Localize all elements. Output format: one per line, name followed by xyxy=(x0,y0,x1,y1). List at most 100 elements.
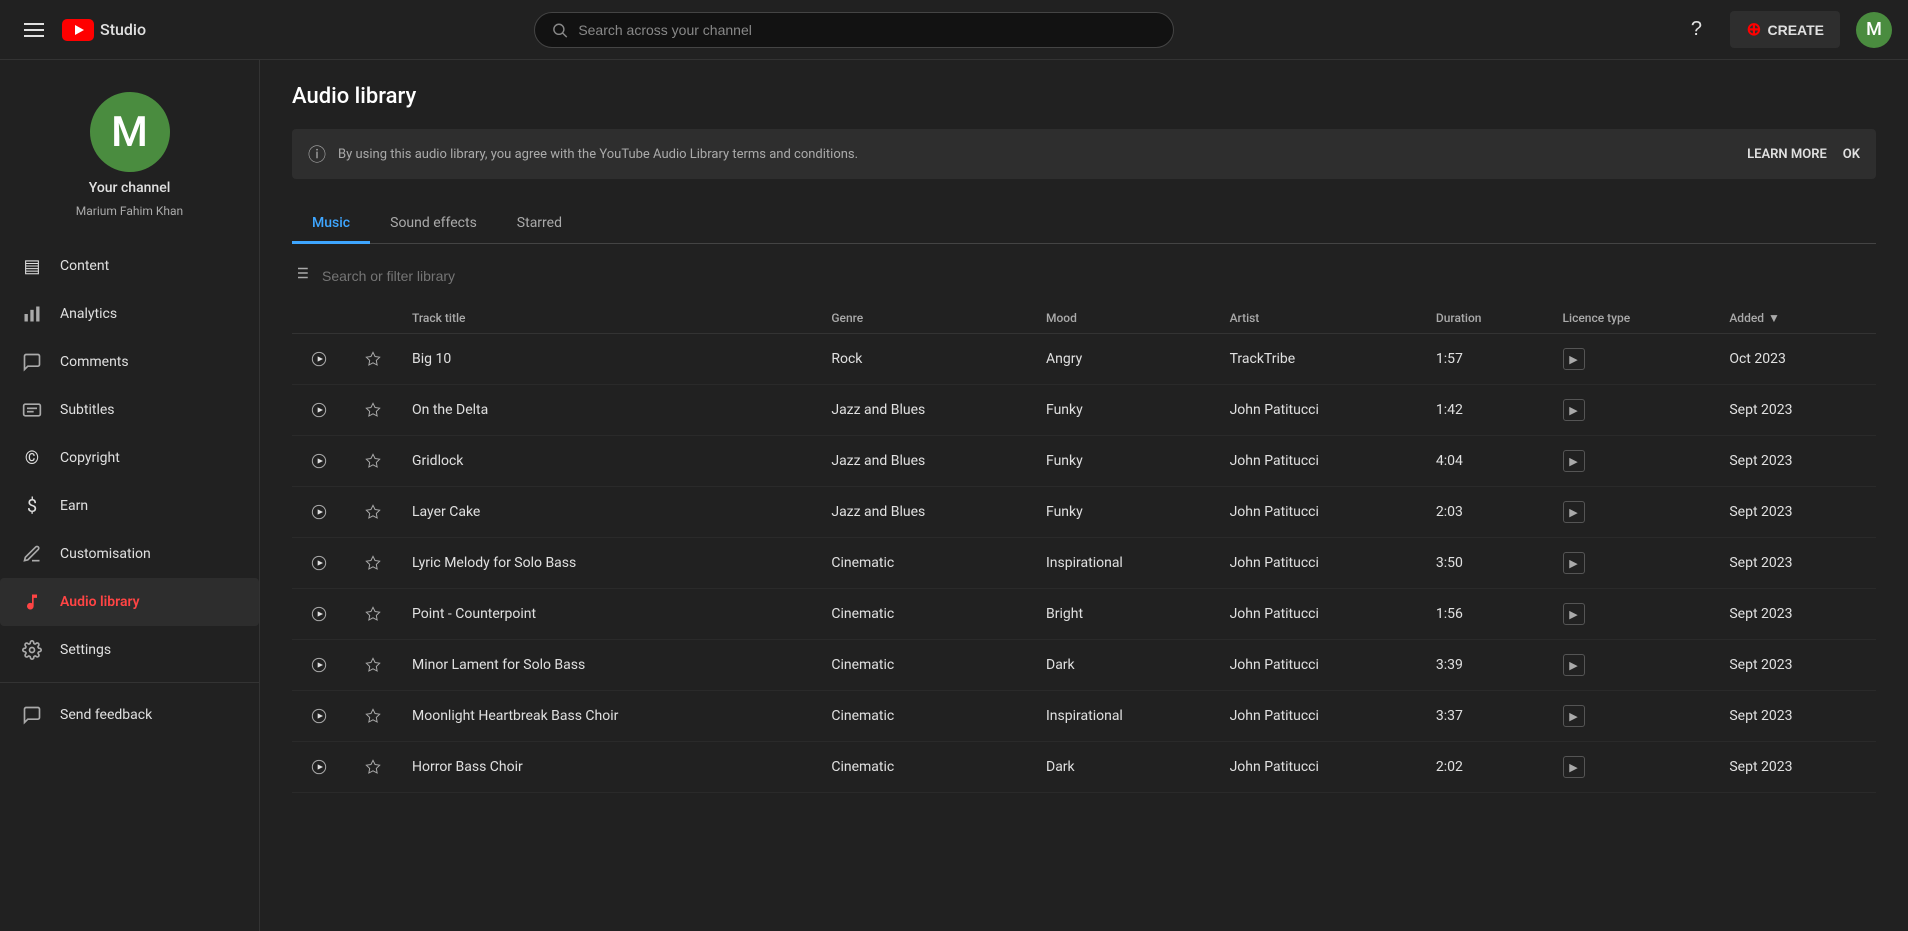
track-title-cell: Lyric Melody for Solo Bass xyxy=(400,538,819,589)
info-text: By using this audio library, you agree w… xyxy=(338,147,1735,162)
play-button[interactable] xyxy=(304,446,334,476)
search-icon xyxy=(551,21,568,39)
avatar[interactable]: M xyxy=(1856,12,1892,48)
copyright-icon: © xyxy=(20,446,44,470)
artist-cell: John Patitucci xyxy=(1218,640,1424,691)
genre-cell: Cinematic xyxy=(819,640,1034,691)
play-button[interactable] xyxy=(304,395,334,425)
track-title-cell: Minor Lament for Solo Bass xyxy=(400,640,819,691)
play-cell xyxy=(292,487,346,538)
mood-cell: Funky xyxy=(1034,385,1218,436)
play-button[interactable] xyxy=(304,701,334,731)
sidebar-item-earn[interactable]: $ Earn xyxy=(0,482,259,530)
sidebar: M Your channel Marium Fahim Khan ▤ Conte… xyxy=(0,60,260,931)
play-button[interactable] xyxy=(304,599,334,629)
search-input[interactable] xyxy=(578,22,1157,38)
added-sort-header[interactable]: Added ▼ xyxy=(1729,311,1864,325)
sidebar-item-subtitles[interactable]: Subtitles xyxy=(0,386,259,434)
star-button[interactable] xyxy=(358,599,388,629)
sidebar-item-content[interactable]: ▤ Content xyxy=(0,242,259,290)
learn-more-link[interactable]: LEARN MORE xyxy=(1747,147,1827,162)
track-title-cell: On the Delta xyxy=(400,385,819,436)
licence-actions: ▶ xyxy=(1563,756,1706,778)
mood-cell: Funky xyxy=(1034,436,1218,487)
licence-actions: ▶ xyxy=(1563,450,1706,472)
hamburger-menu[interactable] xyxy=(16,15,52,45)
added-cell: Sept 2023 xyxy=(1717,385,1876,436)
star-cell xyxy=(346,742,400,793)
sidebar-item-settings[interactable]: Settings xyxy=(0,626,259,674)
sidebar-item-copyright[interactable]: © Copyright xyxy=(0,434,259,482)
sidebar-item-label: Comments xyxy=(60,354,129,370)
tab-starred[interactable]: Starred xyxy=(497,203,582,244)
th-star xyxy=(346,303,400,334)
channel-avatar[interactable]: M xyxy=(90,92,170,172)
settings-icon xyxy=(20,638,44,662)
licence-badge: ▶ xyxy=(1563,450,1585,472)
table-row: On the Delta Jazz and Blues Funky John P… xyxy=(292,385,1876,436)
star-cell xyxy=(346,538,400,589)
filter-input[interactable] xyxy=(322,268,1876,284)
star-button[interactable] xyxy=(358,548,388,578)
star-button[interactable] xyxy=(358,395,388,425)
star-button[interactable] xyxy=(358,344,388,374)
studio-label: Studio xyxy=(100,20,146,39)
play-button[interactable] xyxy=(304,344,334,374)
genre-cell: Rock xyxy=(819,334,1034,385)
sidebar-item-send-feedback[interactable]: Send feedback xyxy=(0,691,259,739)
licence-actions: ▶ xyxy=(1563,603,1706,625)
artist-cell: John Patitucci xyxy=(1218,487,1424,538)
content-icon: ▤ xyxy=(20,254,44,278)
sidebar-item-comments[interactable]: Comments xyxy=(0,338,259,386)
table-row: Point - Counterpoint Cinematic Bright Jo… xyxy=(292,589,1876,640)
logo[interactable]: Studio xyxy=(62,19,146,41)
play-button[interactable] xyxy=(304,752,334,782)
added-label: Added xyxy=(1729,311,1764,325)
licence-badge: ▶ xyxy=(1563,603,1585,625)
genre-cell: Jazz and Blues xyxy=(819,487,1034,538)
play-button[interactable] xyxy=(304,497,334,527)
artist-cell: John Patitucci xyxy=(1218,385,1424,436)
star-cell xyxy=(346,640,400,691)
create-button[interactable]: ⊕ CREATE xyxy=(1730,11,1840,48)
added-cell: Sept 2023 xyxy=(1717,487,1876,538)
sidebar-item-label: Copyright xyxy=(60,450,120,466)
star-button[interactable] xyxy=(358,446,388,476)
star-button[interactable] xyxy=(358,701,388,731)
licence-type-cell: ▶ xyxy=(1551,640,1718,691)
licence-badge: ▶ xyxy=(1563,399,1585,421)
duration-cell: 2:03 xyxy=(1424,487,1551,538)
youtube-icon xyxy=(62,19,94,41)
sidebar-item-analytics[interactable]: Analytics xyxy=(0,290,259,338)
ok-button[interactable]: OK xyxy=(1843,147,1860,162)
star-button[interactable] xyxy=(358,752,388,782)
play-cell xyxy=(292,385,346,436)
sidebar-item-audio-library[interactable]: Audio library xyxy=(0,578,259,626)
added-cell: Sept 2023 xyxy=(1717,538,1876,589)
help-button[interactable]: ? xyxy=(1678,12,1714,48)
sidebar-item-label: Send feedback xyxy=(60,707,152,723)
licence-actions: ▶ xyxy=(1563,399,1706,421)
sidebar-item-label: Earn xyxy=(60,498,88,514)
artist-cell: John Patitucci xyxy=(1218,538,1424,589)
star-button[interactable] xyxy=(358,497,388,527)
star-cell xyxy=(346,436,400,487)
added-cell: Sept 2023 xyxy=(1717,691,1876,742)
sidebar-item-customisation[interactable]: Customisation xyxy=(0,530,259,578)
sidebar-item-label: Settings xyxy=(60,642,111,658)
track-title-cell: Moonlight Heartbreak Bass Choir xyxy=(400,691,819,742)
send-feedback-icon xyxy=(20,703,44,727)
play-button[interactable] xyxy=(304,650,334,680)
comments-icon xyxy=(20,350,44,374)
th-added: Added ▼ xyxy=(1717,303,1876,334)
licence-badge: ▶ xyxy=(1563,501,1585,523)
table-row: Lyric Melody for Solo Bass Cinematic Ins… xyxy=(292,538,1876,589)
tab-music[interactable]: Music xyxy=(292,203,370,244)
star-button[interactable] xyxy=(358,650,388,680)
table-row: Big 10 Rock Angry TrackTribe 1:57 ▶ Oct … xyxy=(292,334,1876,385)
sidebar-item-label: Audio library xyxy=(60,594,140,610)
sidebar-item-label: Customisation xyxy=(60,546,151,562)
play-button[interactable] xyxy=(304,548,334,578)
licence-actions: ▶ xyxy=(1563,705,1706,727)
tab-sound-effects[interactable]: Sound effects xyxy=(370,203,497,244)
